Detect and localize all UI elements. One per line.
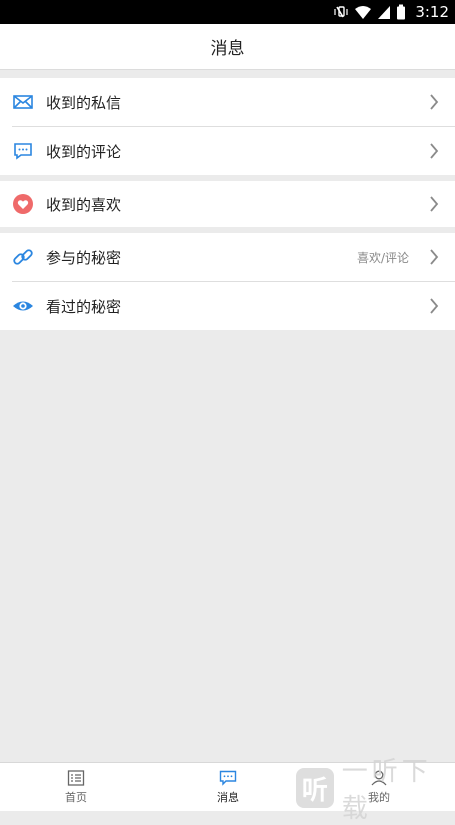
messages-group: 收到的私信 收到的评论 xyxy=(0,78,455,175)
watermark-text: 一听下载 xyxy=(341,757,432,824)
row-label: 参与的秘密 xyxy=(46,248,122,267)
battery-icon xyxy=(397,4,406,20)
tab-home[interactable]: 首页 xyxy=(0,763,152,811)
secrets-group: 参与的秘密 喜欢/评论 看过的秘密 xyxy=(0,233,455,330)
likes-group: 收到的喜欢 xyxy=(0,181,455,227)
watermark: 听 一听下载 xyxy=(296,757,455,824)
vibrate-off-icon xyxy=(334,6,348,18)
row-label: 收到的私信 xyxy=(46,93,122,112)
tab-label: 消息 xyxy=(217,790,239,804)
status-bar: 3:12 xyxy=(0,0,455,24)
row-label: 收到的评论 xyxy=(46,142,122,161)
chevron-right-icon xyxy=(430,249,439,265)
chat-icon xyxy=(219,770,237,786)
chevron-right-icon xyxy=(430,298,439,314)
watermark-badge: 听 xyxy=(296,768,334,808)
row-viewed-secrets[interactable]: 看过的秘密 xyxy=(0,282,455,330)
status-time: 3:12 xyxy=(415,3,449,21)
row-hint: 喜欢/评论 xyxy=(356,250,409,265)
chevron-right-icon xyxy=(430,143,439,159)
tab-label: 首页 xyxy=(65,790,87,804)
mail-icon xyxy=(13,95,33,109)
signal-icon xyxy=(378,6,391,19)
row-comments[interactable]: 收到的评论 xyxy=(0,127,455,175)
heart-icon xyxy=(13,194,33,214)
chevron-right-icon xyxy=(430,94,439,110)
row-private-messages[interactable]: 收到的私信 xyxy=(0,78,455,126)
status-icons: 3:12 xyxy=(333,0,449,24)
list-icon xyxy=(67,769,85,786)
comment-icon xyxy=(14,143,32,160)
row-likes[interactable]: 收到的喜欢 xyxy=(0,181,455,227)
row-joined-secrets[interactable]: 参与的秘密 喜欢/评论 xyxy=(0,233,455,281)
wifi-icon xyxy=(355,6,372,19)
chevron-right-icon xyxy=(430,196,439,212)
row-label: 收到的喜欢 xyxy=(46,195,122,214)
link-icon xyxy=(13,249,33,265)
page-title: 消息 xyxy=(210,39,245,59)
header: 消息 xyxy=(0,24,455,70)
row-label: 看过的秘密 xyxy=(46,297,122,316)
tab-messages[interactable]: 消息 xyxy=(152,763,304,811)
eye-icon xyxy=(13,301,33,311)
